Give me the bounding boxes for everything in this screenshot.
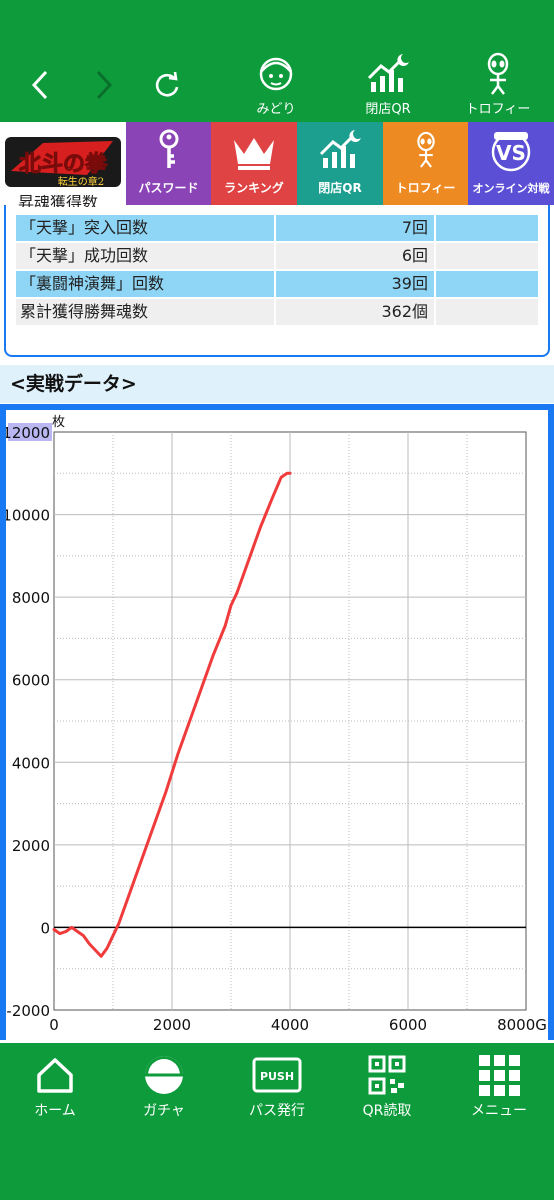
table-row: 「裏闘神演舞」回数 39回 [16, 271, 538, 297]
stats-panel: 昇魂獲得数 「天撃」突入回数 7回 「天撃」成功回数 6回 「裏闘神演舞」回数 … [0, 195, 554, 365]
top-bar: みどり 閉店QR トロフィー [0, 0, 554, 122]
chevron-right-icon [96, 70, 113, 100]
top-nav-closing-qr[interactable]: 閉店QR [348, 52, 428, 117]
row-label: 「裏闘神演舞」回数 [16, 271, 274, 297]
row-value: 7回 [276, 215, 434, 241]
bottom-nav-label: ホーム [34, 1103, 76, 1119]
row-value: 362個 [276, 299, 434, 325]
online-vs-icon: VS [491, 132, 531, 172]
y-tick-label: 8000 [12, 589, 50, 607]
top-nav-trophy[interactable]: トロフィー [458, 52, 538, 117]
growth-chart-moon-icon [367, 54, 409, 92]
row-label: 「天撃」突入回数 [16, 215, 274, 241]
x-tick-label: 6000 [389, 1016, 427, 1034]
hokuto-logo: 北斗の拳 転生の章2 [5, 136, 121, 188]
row-value: 6回 [276, 243, 434, 269]
chart-frame: 12000 10000 8000 6000 4000 2000 0 -2000 0 2000 400… [0, 404, 554, 1040]
y-tick-label: 12000 [6, 424, 50, 442]
y-tick-label: 10000 [6, 507, 50, 525]
x-tick-label: 8000G [497, 1016, 547, 1034]
table-row: 累計獲得勝舞魂数 362個 [16, 299, 538, 325]
top-nav-midori[interactable]: みどり [236, 52, 316, 117]
bottom-nav-pass-issue[interactable]: PUSH パス発行 [232, 1053, 322, 1120]
chart-area: 12000 10000 8000 6000 4000 2000 0 -2000 0 2000 400… [2, 410, 548, 1040]
logo-subtitle: 転生の章2 [58, 175, 104, 188]
tab-closing-qr[interactable]: 閉店QR [297, 122, 383, 205]
qr-code-icon [368, 1055, 406, 1095]
row-label: 「天撃」成功回数 [16, 243, 274, 269]
top-nav-label: みどり [256, 102, 296, 117]
tab-trophy[interactable]: トロフィー [383, 122, 468, 205]
partial-header: 昇魂獲得数 [18, 195, 99, 207]
tab-label: 閉店QR [318, 181, 362, 195]
growth-chart-moon-icon [319, 130, 361, 168]
row-extra [436, 299, 538, 325]
reload-button[interactable] [150, 68, 184, 102]
tab-ranking[interactable]: ランキング [211, 122, 297, 205]
x-tick-label: 0 [49, 1016, 59, 1034]
forward-button[interactable] [86, 68, 120, 102]
game-menu-tabs: 北斗の拳 転生の章2 パスワード ランキング 閉店QR トロフィー VS オンラ… [0, 122, 554, 205]
y-tick-label: 4000 [12, 754, 50, 772]
y-tick-label: 0 [40, 919, 50, 937]
table-row: 「天撃」突入回数 7回 [16, 215, 538, 241]
tab-password[interactable]: パスワード [126, 122, 211, 205]
section-title: <実戦データ> [0, 365, 554, 403]
row-label: 累計獲得勝舞魂数 [16, 299, 274, 325]
alien-figure-icon [416, 131, 435, 168]
bottom-nav-gacha[interactable]: ガチャ [119, 1053, 209, 1120]
row-extra [436, 215, 538, 241]
bottom-nav: ホーム ガチャ PUSH パス発行 QR読取 メニュー [0, 1043, 554, 1200]
home-icon [37, 1058, 73, 1093]
bottom-nav-label: QR読取 [362, 1103, 412, 1119]
slump-chart: 120001000080006000400020000-20000 2000 400… [2, 415, 547, 1034]
x-tick-label: 2000 [153, 1016, 191, 1034]
key-icon [159, 129, 178, 168]
reload-icon [155, 71, 179, 97]
back-button[interactable] [24, 68, 58, 102]
character-face-icon [259, 57, 293, 91]
game-logo[interactable]: 北斗の拳 転生の章2 [0, 122, 126, 205]
svg-text:VS: VS [496, 141, 526, 165]
top-nav-label: 閉店QR [365, 102, 411, 117]
top-nav-label: トロフィー [465, 102, 531, 117]
bottom-nav-qr-scan[interactable]: QR読取 [342, 1053, 432, 1120]
logo-title: 北斗の拳 [19, 151, 108, 177]
y-tick-label: 2000 [12, 837, 50, 855]
bottom-nav-label: パス発行 [249, 1103, 305, 1119]
row-extra [436, 243, 538, 269]
grid-menu-icon [479, 1055, 520, 1096]
x-tick-label: 4000 [271, 1016, 309, 1034]
tab-label: トロフィー [395, 181, 456, 195]
bottom-nav-label: メニュー [471, 1103, 527, 1119]
table-row: 「天撃」成功回数 6回 [16, 243, 538, 269]
bottom-nav-label: ガチャ [143, 1103, 185, 1119]
row-extra [436, 271, 538, 297]
y-tick-label: 6000 [12, 672, 50, 690]
tab-label: ランキング [224, 181, 284, 195]
tab-online-battle[interactable]: VS オンライン対戦 [468, 122, 554, 205]
tab-label: パスワード [138, 181, 199, 195]
tab-label: オンライン対戦 [472, 182, 550, 195]
bottom-nav-menu[interactable]: メニュー [454, 1053, 544, 1120]
y-axis-unit-label: 枚 [52, 415, 65, 430]
alien-figure-icon [487, 52, 509, 95]
chevron-left-icon [31, 70, 48, 100]
row-value: 39回 [276, 271, 434, 297]
push-ticket-icon: PUSH [252, 1057, 302, 1093]
svg-text:PUSH: PUSH [260, 1070, 294, 1083]
crown-icon [234, 138, 274, 170]
y-tick-label: -2000 [6, 1002, 50, 1020]
gacha-ball-icon [145, 1056, 183, 1094]
bottom-nav-home[interactable]: ホーム [10, 1053, 100, 1120]
